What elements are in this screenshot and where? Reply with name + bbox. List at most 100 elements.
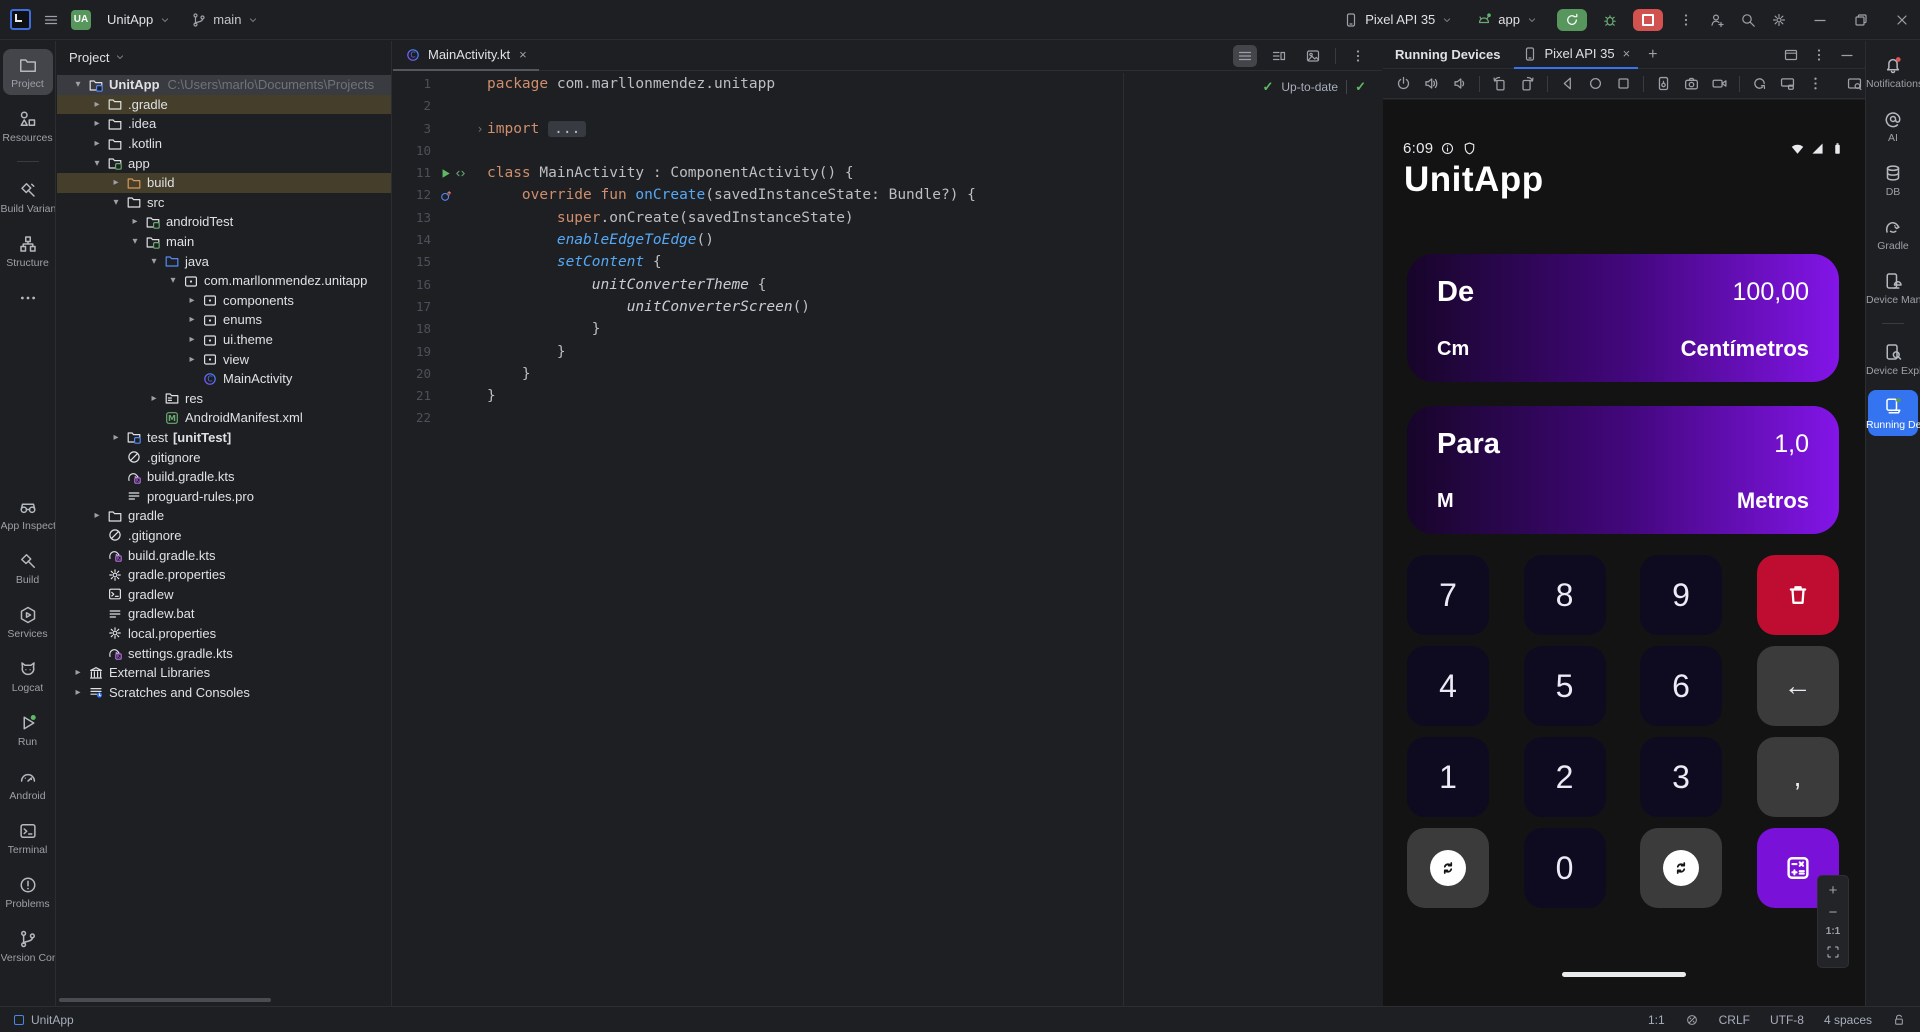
tree-item--kotlin[interactable]: ▸.kotlin (57, 134, 391, 154)
nav-overview-icon[interactable] (1615, 75, 1632, 92)
tree-chevron-icon[interactable]: ▸ (107, 177, 125, 188)
project-selector[interactable]: UnitApp (103, 9, 175, 30)
kebab-icon[interactable] (1811, 47, 1827, 63)
tool-window-button-build-variants[interactable]: Build Variants (3, 174, 53, 220)
key-3[interactable]: 3 (1640, 737, 1722, 817)
tree-chevron-icon[interactable]: ▸ (69, 687, 87, 698)
tool-window-button-resources[interactable]: Resources (3, 103, 53, 149)
rotate-left-icon[interactable] (1491, 75, 1508, 92)
run-config-selector[interactable]: app (1472, 9, 1542, 31)
rerun-button[interactable] (1557, 9, 1587, 31)
tree-chevron-icon[interactable]: ▸ (183, 334, 201, 345)
screen-search-icon[interactable] (1846, 75, 1863, 92)
branch-selector[interactable]: main (187, 9, 263, 31)
tool-window-button-build[interactable]: Build (3, 545, 53, 591)
key-1[interactable]: 1 (1407, 737, 1489, 817)
line-number[interactable]: 17 (393, 296, 431, 318)
encoding-widget[interactable]: UTF-8 (1770, 1013, 1804, 1027)
tool-window-button-services[interactable]: Services (3, 599, 53, 645)
cursor-position-widget[interactable]: 1:1 (1648, 1013, 1665, 1027)
tree-chevron-icon[interactable]: ▸ (107, 432, 125, 443)
zoom-in-button[interactable]: + (1829, 883, 1838, 898)
line-number[interactable]: 2 (393, 95, 431, 117)
tree-item-scratches-and-consoles[interactable]: ▸Scratches and Consoles (57, 682, 391, 702)
tool-window-button-ai-assistant[interactable]: AI (1868, 103, 1918, 149)
tree-chevron-icon[interactable]: ▸ (183, 354, 201, 365)
tree-chevron-icon[interactable]: ▸ (126, 216, 144, 227)
tree-item-androidtest[interactable]: ▸androidTest (57, 212, 391, 232)
restart-icon[interactable] (1751, 75, 1768, 92)
tree-item-proguard-rules-pro[interactable]: proguard-rules.pro (57, 486, 391, 506)
minimize-icon[interactable] (1839, 47, 1855, 63)
tree-item-gradlew-bat[interactable]: gradlew.bat (57, 604, 391, 624)
zoom-reset-button[interactable]: 1:1 (1826, 927, 1840, 937)
hardware-input-icon[interactable] (1779, 75, 1796, 92)
tool-window-button-problems[interactable]: Problems (3, 869, 53, 915)
tool-window-button-running-devices[interactable]: Running Devices (1868, 390, 1918, 436)
line-number[interactable]: 3 (393, 118, 431, 140)
nav-back-icon[interactable] (1559, 75, 1576, 92)
tree-item-gradle[interactable]: ▸gradle (57, 506, 391, 526)
key-backspace[interactable]: ← (1757, 646, 1839, 726)
tool-window-button-project[interactable]: Project (3, 49, 53, 95)
editor-tab-mainactivity[interactable]: C MainActivity.kt × (393, 41, 539, 71)
close-icon[interactable] (1894, 12, 1910, 28)
slash-circle-icon[interactable] (1685, 1013, 1699, 1027)
tree-item-components[interactable]: ▸components (57, 291, 391, 311)
tool-window-button-structure[interactable]: Structure (3, 228, 53, 274)
emulator-screen[interactable]: 6:09 UnitApp De100,00CmCentímetrosPara1,… (1383, 100, 1865, 1006)
horizontal-scrollbar[interactable] (59, 998, 271, 1002)
lock-open-icon[interactable] (1892, 1013, 1906, 1027)
line-number[interactable]: 10 (393, 140, 431, 162)
line-number[interactable]: 20 (393, 363, 431, 385)
home-indicator[interactable] (1562, 972, 1686, 977)
kebab-icon[interactable] (1346, 45, 1370, 67)
device-settings-icon[interactable] (1655, 75, 1672, 92)
tree-item-build-gradle-kts[interactable]: Kbuild.gradle.kts (57, 545, 391, 565)
tree-item-gradle-properties[interactable]: gradle.properties (57, 565, 391, 585)
tool-window-button-device-manager[interactable]: Device Manager (1868, 265, 1918, 311)
line-number[interactable]: 21 (393, 385, 431, 407)
key-swap-right[interactable] (1640, 828, 1722, 908)
tree-chevron-icon[interactable]: ▸ (88, 510, 106, 521)
line-number[interactable]: 11 (393, 162, 431, 184)
key-8[interactable]: 8 (1524, 555, 1606, 635)
tree-chevron-icon[interactable]: ▸ (183, 314, 201, 325)
tree-chevron-icon[interactable]: ▾ (107, 197, 125, 208)
fit-screen-icon[interactable] (1825, 944, 1841, 960)
tree-item-external-libraries[interactable]: ▸External Libraries (57, 663, 391, 683)
add-device-tab-button[interactable]: + (1648, 46, 1657, 64)
run-marker-icon[interactable] (439, 167, 452, 180)
tree-item-app[interactable]: ▾app (57, 153, 391, 173)
key-4[interactable]: 4 (1407, 646, 1489, 726)
tree-item-build-gradle-kts[interactable]: Kbuild.gradle.kts (57, 467, 391, 487)
tree-item-main[interactable]: ▾main (57, 232, 391, 252)
converter-card-from[interactable]: De100,00CmCentímetros (1407, 254, 1839, 382)
converter-card-to[interactable]: Para1,0MMetros (1407, 406, 1839, 534)
statusbar-project-widget[interactable]: UnitApp (14, 1013, 74, 1027)
tool-window-button-app-inspection[interactable]: App Inspection (3, 491, 53, 537)
line-separator-widget[interactable]: CRLF (1719, 1013, 1750, 1027)
line-number[interactable]: 18 (393, 318, 431, 340)
tree-item-ui-theme[interactable]: ▸ui.theme (57, 330, 391, 350)
tool-window-button-version-control[interactable]: Version Control (3, 923, 53, 969)
stop-button[interactable] (1633, 9, 1663, 31)
tree-item-java[interactable]: ▾java (57, 251, 391, 271)
split-view-icon[interactable] (1267, 45, 1291, 67)
tree-item-build[interactable]: ▸build (57, 173, 391, 193)
video-icon[interactable] (1711, 75, 1728, 92)
project-view-selector[interactable]: Project (69, 50, 109, 65)
key-comma[interactable]: , (1757, 737, 1839, 817)
tree-chevron-icon[interactable]: ▸ (69, 667, 87, 678)
line-number[interactable]: 13 (393, 207, 431, 229)
tree-item--gradle[interactable]: ▸.gradle (57, 95, 391, 115)
tree-chevron-icon[interactable]: ▾ (88, 158, 106, 169)
tree-item-local-properties[interactable]: local.properties (57, 624, 391, 644)
panel-restore-icon[interactable] (1783, 47, 1799, 63)
tree-item-mainactivity[interactable]: CMainActivity (57, 369, 391, 389)
line-number[interactable]: 1 (393, 73, 431, 95)
close-device-tab-icon[interactable]: × (1623, 46, 1631, 61)
tree-item-res[interactable]: ▸res (57, 389, 391, 409)
code-view-icon[interactable] (1233, 45, 1257, 67)
minimize-icon[interactable] (1812, 12, 1828, 28)
